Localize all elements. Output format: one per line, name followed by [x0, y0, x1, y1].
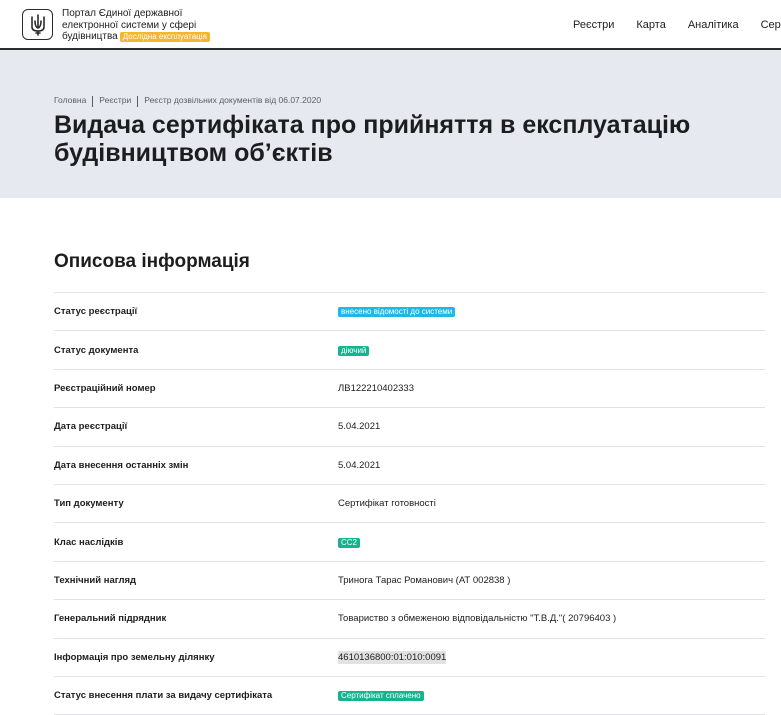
page-title-line-2: будівництвом об’єктів — [54, 139, 333, 167]
brand-line-2: електронної системи у сфері — [62, 19, 197, 31]
nav-analytics[interactable]: Аналітика — [688, 19, 739, 31]
trident-logo-icon[interactable] — [22, 9, 53, 40]
row-label: Тип документу — [54, 498, 124, 510]
info-table: Статус реєстрації внесено відомості до с… — [54, 292, 765, 715]
consequence-class-badge: СС2 — [338, 537, 361, 548]
table-row: Технічний нагляд Тринога Тарас Романович… — [54, 562, 765, 601]
row-label: Статус документа — [54, 344, 139, 356]
table-row: Реєстраційний номер ЛВ122210402333 — [54, 370, 765, 409]
table-row: Тип документу Сертифікат готовності — [54, 485, 765, 524]
beta-badge: Дослідна експлуатація — [119, 32, 210, 42]
section-title: Описова інформація — [54, 251, 250, 272]
cadastral-number[interactable]: 4610136800:01:010:0091 — [338, 650, 447, 664]
table-row: Інформація про земельну ділянку 46101368… — [54, 639, 765, 677]
breadcrumb-registries[interactable]: Реєстри — [99, 95, 131, 105]
page-title: Видача сертифіката про прийняття в експл… — [54, 111, 781, 167]
row-label: Клас наслідків — [54, 536, 124, 548]
table-row: Статус внесення плати за видачу сертифік… — [54, 677, 765, 715]
row-label: Статус реєстрації — [54, 306, 138, 318]
document-status-badge: діючий — [338, 345, 370, 356]
general-contractor: Товариство з обмеженою відповідальністю … — [338, 613, 617, 625]
row-label: Дата реєстрації — [54, 421, 128, 433]
table-row: Клас наслідків СС2 — [54, 523, 765, 562]
table-row: Статус документа діючий — [54, 331, 765, 370]
breadcrumb-separator — [137, 96, 139, 107]
portal-brand[interactable]: Портал Єдиної державної електронної сист… — [62, 8, 210, 43]
brand-line-3: будівництва — [62, 31, 118, 42]
registration-status-badge: внесено відомості до системи — [338, 307, 456, 318]
row-label: Статус внесення плати за видачу сертифік… — [54, 690, 273, 702]
row-label: Реєстраційний номер — [54, 382, 156, 394]
table-row: Статус реєстрації внесено відомості до с… — [54, 293, 765, 332]
row-label: Дата внесення останніх змін — [54, 459, 189, 471]
main-nav: Реєстри Карта Аналітика Сервіси — [573, 19, 781, 31]
breadcrumb-home[interactable]: Головна — [54, 95, 86, 105]
nav-registries[interactable]: Реєстри — [573, 19, 614, 31]
document-type: Сертифікат готовності — [338, 498, 436, 510]
nav-map[interactable]: Карта — [636, 19, 665, 31]
breadcrumb-separator — [92, 96, 94, 107]
table-row: Дата внесення останніх змін 5.04.2021 — [54, 447, 765, 485]
table-row: Дата реєстрації 5.04.2021 — [54, 408, 765, 447]
registration-number: ЛВ122210402333 — [338, 382, 414, 394]
row-label: Інформація про земельну ділянку — [54, 651, 215, 663]
breadcrumb-permit-registry[interactable]: Реєстр дозвільних документів від 06.07.2… — [144, 95, 321, 105]
page-hero: Головна Реєстри Реєстр дозвільних докуме… — [0, 50, 781, 198]
row-label: Генеральний підрядник — [54, 613, 167, 625]
table-row: Генеральний підрядник Товариство з обмеж… — [54, 600, 765, 639]
technical-supervision: Тринога Тарас Романович (АТ 002838 ) — [338, 574, 511, 586]
nav-services[interactable]: Сервіси — [761, 19, 781, 31]
breadcrumb: Головна Реєстри Реєстр дозвільних докуме… — [54, 94, 321, 107]
site-header: Портал Єдиної державної електронної сист… — [0, 0, 781, 50]
page-title-line-1: Видача сертифіката про прийняття в експл… — [54, 111, 691, 139]
last-modified-date: 5.04.2021 — [338, 459, 381, 471]
brand-line-1: Портал Єдиної державної — [62, 8, 183, 19]
row-label: Технічний нагляд — [54, 574, 137, 586]
registration-date: 5.04.2021 — [338, 421, 381, 433]
payment-status-badge: Сертифікат сплачено — [338, 691, 424, 702]
